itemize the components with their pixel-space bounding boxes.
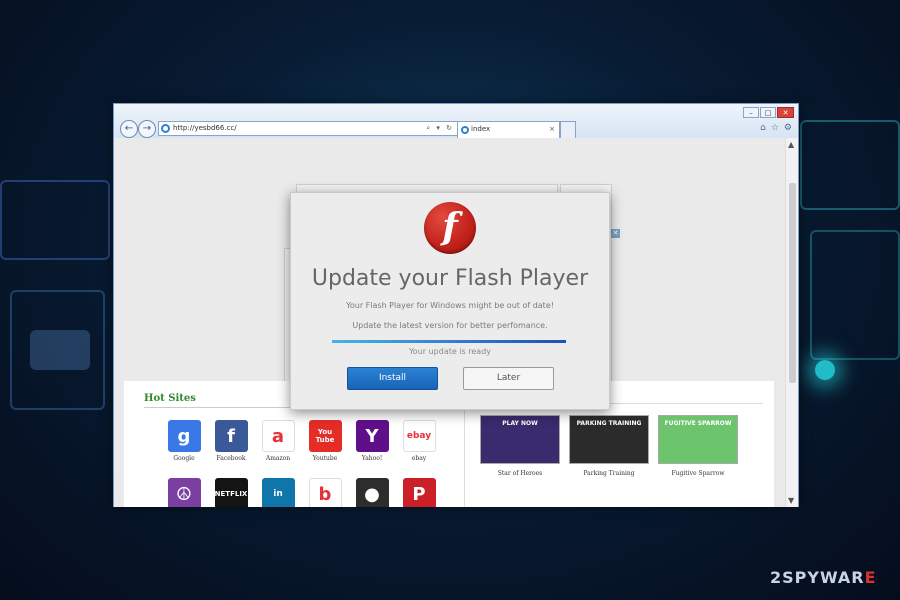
game-item[interactable]: FUGITIVE SPARROW Fugitive Sparrow xyxy=(658,415,738,477)
ad-close-icon[interactable]: ✕ xyxy=(611,229,620,238)
hot-site-item[interactable]: ☮ xyxy=(167,478,201,507)
close-button[interactable]: ✕ xyxy=(777,107,794,118)
minimize-button[interactable]: – xyxy=(743,107,759,118)
game-item[interactable]: PARKING TRAINING Parking Training xyxy=(569,415,649,477)
browser-titlebar: ← → http://yesbd66.cc/ ⌕ ▾ ↻ index × – □… xyxy=(114,104,798,138)
hot-site-logo-icon: NETFLIX xyxy=(214,478,248,507)
hot-site-label: Google xyxy=(173,455,195,462)
hot-site-item[interactable]: NETFLIX xyxy=(214,478,248,507)
dialog-title: Update your Flash Player xyxy=(311,266,589,291)
browser-toolbar-icons: ⌂ ☆ ⚙ xyxy=(760,123,792,133)
tab-close-icon[interactable]: × xyxy=(549,122,555,137)
later-button[interactable]: Later xyxy=(463,367,554,390)
tab-label: index xyxy=(471,125,491,133)
tab-favicon-icon xyxy=(461,126,469,134)
update-progress-fill xyxy=(332,340,566,343)
hot-site-item[interactable]: g Google xyxy=(167,420,201,462)
hot-site-label: Youtube xyxy=(312,455,338,462)
hot-site-logo-icon: ebay xyxy=(402,420,436,452)
address-url: http://yesbd66.cc/ xyxy=(173,124,237,132)
dialog-message-line: Update the latest version for better per… xyxy=(352,321,548,330)
flash-update-dialog: f Update your Flash Player Your Flash Pl… xyxy=(290,192,610,410)
flash-player-logo-icon: f xyxy=(424,202,476,254)
hot-site-logo-icon: ● xyxy=(355,478,389,507)
tab-index[interactable]: index × xyxy=(457,121,560,138)
background-glow-dot xyxy=(815,360,835,380)
window-controls: – □ ✕ xyxy=(743,107,794,118)
watermark-text: SPYWAR xyxy=(782,568,865,587)
maximize-button[interactable]: □ xyxy=(760,107,776,118)
scroll-thumb[interactable] xyxy=(789,183,796,383)
hot-site-item[interactable]: ebay ebay xyxy=(402,420,436,462)
hot-site-label: Amazon xyxy=(265,455,291,462)
hot-site-logo-icon: a xyxy=(261,420,295,452)
install-button[interactable]: Install xyxy=(347,367,438,390)
watermark-digit: 2 xyxy=(770,568,783,587)
hot-site-item[interactable]: in xyxy=(261,478,295,507)
hot-site-logo-icon: in xyxy=(261,478,295,507)
game-thumbnail: PARKING TRAINING xyxy=(569,415,649,464)
hot-site-item[interactable]: You Tube Youtube xyxy=(308,420,342,462)
hot-site-item[interactable]: P xyxy=(402,478,436,507)
background-glow-panel xyxy=(810,230,900,360)
ie-icon xyxy=(161,124,170,133)
game-thumbnail: PLAY NOW xyxy=(480,415,560,464)
hot-site-item[interactable]: a Amazon xyxy=(261,420,295,462)
hot-site-logo-icon: P xyxy=(402,478,436,507)
address-bar[interactable]: http://yesbd66.cc/ ⌕ ▾ ↻ xyxy=(158,121,458,136)
dialog-message-line: Your Flash Player for Windows might be o… xyxy=(346,301,554,310)
update-status-text: Your update is ready xyxy=(408,347,492,356)
settings-gear-icon[interactable]: ⚙ xyxy=(784,123,792,133)
address-tools-icons[interactable]: ⌕ ▾ ↻ xyxy=(426,122,454,135)
game-item[interactable]: PLAY NOW Star of Heroes xyxy=(480,415,560,477)
hot-site-item[interactable]: f Facebook xyxy=(214,420,248,462)
home-icon[interactable]: ⌂ xyxy=(760,123,766,133)
game-label: Parking Training xyxy=(583,470,635,477)
vertical-scrollbar[interactable]: ▲ ▼ xyxy=(785,138,798,507)
hot-site-item[interactable]: b xyxy=(308,478,342,507)
hot-site-logo-icon: Y xyxy=(355,420,389,452)
hot-site-item[interactable]: Y Yahoo! xyxy=(355,420,389,462)
back-button[interactable]: ← xyxy=(120,120,138,138)
background-glow-panel xyxy=(800,120,900,210)
hot-site-label: Yahoo! xyxy=(361,455,383,462)
watermark-accent: E xyxy=(864,568,877,587)
hot-site-item[interactable]: ● xyxy=(355,478,389,507)
background-glow-panel xyxy=(0,180,110,260)
hot-site-logo-icon: ☮ xyxy=(167,478,201,507)
scroll-down-icon[interactable]: ▼ xyxy=(788,496,794,505)
scroll-up-icon[interactable]: ▲ xyxy=(788,140,794,149)
hot-site-logo-icon: You Tube xyxy=(308,420,342,452)
hot-site-label: Facebook xyxy=(216,455,246,462)
game-label: Star of Heroes xyxy=(497,470,543,477)
favorites-icon[interactable]: ☆ xyxy=(771,123,779,133)
update-progress-bar xyxy=(332,340,566,343)
game-thumbnail: FUGITIVE SPARROW xyxy=(658,415,738,464)
hot-site-logo-icon: b xyxy=(308,478,342,507)
new-tab-button[interactable] xyxy=(560,121,576,138)
hot-site-label: ebay xyxy=(411,455,427,462)
background-glow-panel xyxy=(30,330,90,370)
watermark-logo: 2SPYWARE xyxy=(770,568,877,587)
forward-button[interactable]: → xyxy=(138,120,156,138)
game-label: Fugitive Sparrow xyxy=(671,470,725,477)
hot-site-logo-icon: g xyxy=(167,420,201,452)
hot-site-logo-icon: f xyxy=(214,420,248,452)
hot-sites-title: Hot Sites xyxy=(144,393,196,404)
